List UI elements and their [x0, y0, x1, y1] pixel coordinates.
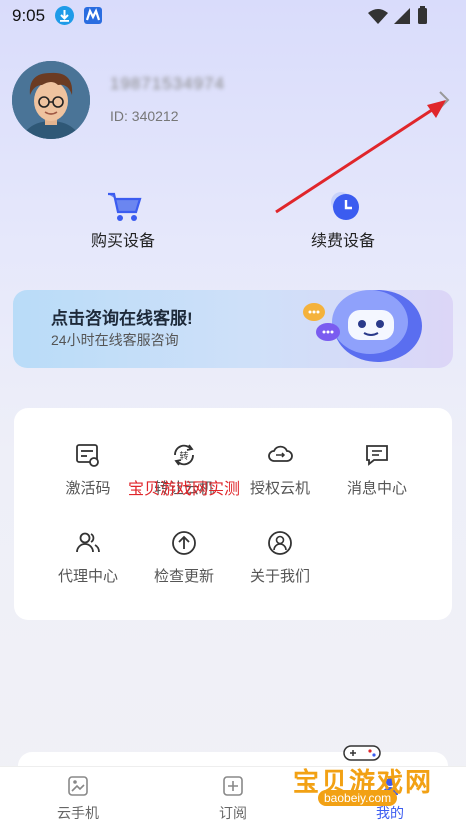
menu-label: 检查更新: [153, 568, 214, 585]
message-icon: [366, 445, 388, 466]
status-time: 9:05: [12, 6, 46, 25]
transfer-icon: 转: [174, 444, 194, 466]
buy-device-button[interactable]: 购买设备: [63, 188, 183, 258]
chevron-right-icon[interactable]: [437, 88, 451, 112]
menu-label: 激活码: [65, 480, 111, 497]
site-url: baobeiy.com: [318, 790, 398, 806]
agent-icon: [76, 532, 100, 553]
tab-label: 订阅: [219, 805, 247, 821]
avatar[interactable]: [12, 61, 90, 139]
status-bar: 9:05: [0, 0, 466, 32]
clock-icon: [331, 192, 359, 220]
menu-label: 授权云机: [249, 480, 310, 497]
gamepad-icon: [343, 745, 381, 761]
system-status-icons: [368, 6, 427, 24]
menu-item-check-update[interactable]: 检查更新: [134, 530, 234, 590]
cloud-authorize-icon: [268, 445, 293, 462]
cloud-phone-icon: [68, 776, 88, 796]
banner-title: 点击咨询在线客服!: [51, 309, 193, 328]
menu-label: 关于我们: [249, 568, 310, 585]
watermark-text: 宝贝游戏网实测: [128, 481, 241, 498]
renew-device-button[interactable]: 续费设备: [283, 188, 403, 258]
about-icon: [268, 531, 292, 555]
banner-subtitle: 24小时在线客服咨询: [51, 332, 179, 348]
buy-device-label: 购买设备: [90, 233, 155, 250]
app-notification-icon: [84, 7, 102, 24]
renew-device-label: 续费设备: [310, 233, 375, 250]
activation-code-icon: [76, 444, 99, 467]
tab-label: 云手机: [57, 805, 99, 821]
menu-label: 代理中心: [57, 568, 118, 585]
menu-label: 消息中心: [346, 480, 407, 497]
site-watermark-logo: 宝贝游戏网 baobeiy.com: [285, 740, 465, 828]
svg-text:转: 转: [179, 450, 188, 462]
username: 19871534974: [110, 74, 226, 93]
menu-item-about[interactable]: 关于我们: [230, 530, 330, 590]
menu-item-agent[interactable]: 代理中心: [38, 530, 138, 590]
menu-item-messages[interactable]: 消息中心: [327, 442, 427, 502]
feature-grid-panel: 激活码 转 转让云机 授权云机 消息中心 代理中心 检查更新 关于我们: [14, 408, 452, 620]
cart-icon: [108, 192, 142, 221]
menu-item-activation-code[interactable]: 激活码: [38, 442, 138, 502]
subscribe-icon: [223, 776, 243, 796]
update-icon: [172, 531, 196, 555]
menu-item-authorize[interactable]: 授权云机: [230, 442, 330, 502]
robot-mascot-icon: [303, 290, 422, 362]
customer-service-banner[interactable]: 点击咨询在线客服! 24小时在线客服咨询: [13, 290, 453, 368]
download-notification-icon: [55, 6, 74, 25]
user-id: ID: 340212: [110, 108, 179, 124]
